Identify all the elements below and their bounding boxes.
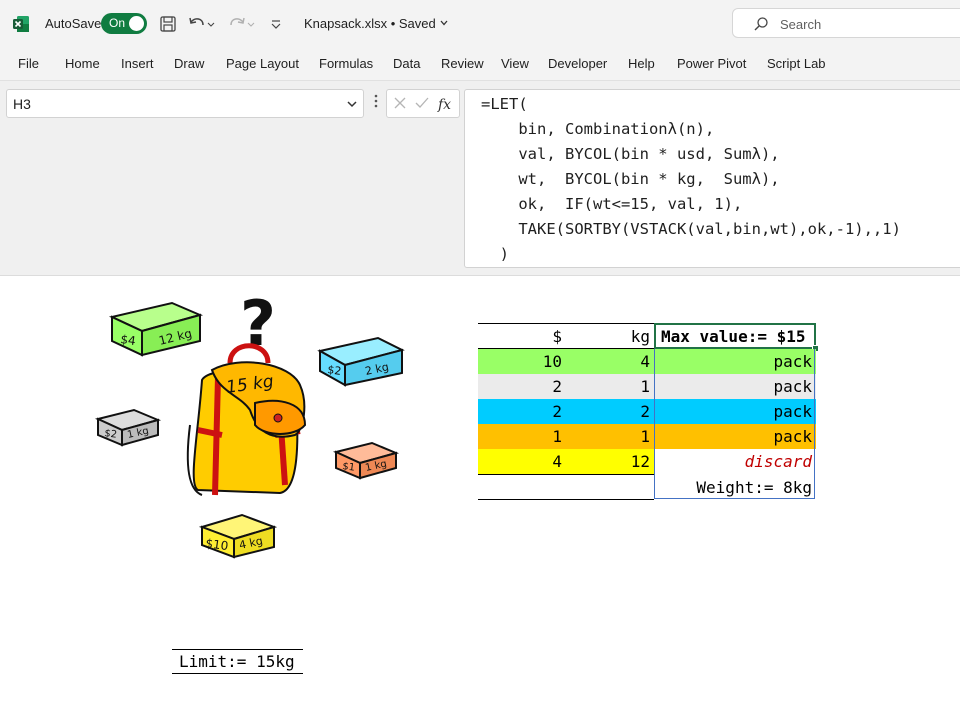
file-name-text: Knapsack.xlsx	[304, 16, 388, 31]
usd-cell[interactable]: 4	[478, 449, 566, 474]
chevron-down-icon[interactable]	[346, 98, 358, 110]
autosave-toggle[interactable]: On	[101, 13, 147, 34]
max-value-cell[interactable]: Max value:= $15	[654, 323, 816, 349]
tab-review[interactable]: Review	[441, 56, 484, 71]
svg-text:$4: $4	[120, 332, 137, 348]
tab-home[interactable]: Home	[65, 56, 100, 71]
tab-view[interactable]: View	[501, 56, 529, 71]
result-cell[interactable]: discard	[654, 449, 816, 474]
result-cell[interactable]: pack	[654, 374, 816, 399]
save-status-separator: •	[390, 16, 399, 31]
toggle-knob	[129, 16, 144, 31]
table-row: 4 12 discard	[478, 449, 816, 474]
kg-cell[interactable]: 1	[566, 374, 654, 399]
search-input[interactable]: Search	[732, 8, 960, 38]
weight-row-border	[478, 499, 654, 500]
limit-cell[interactable]: Limit:= 15kg	[172, 649, 303, 674]
ribbon-tabs: File Home Insert Draw Page Layout Formul…	[0, 48, 960, 81]
item-box-orange: $1 1 kg	[332, 441, 400, 480]
formula-line: ok, IF(wt<=15, val, 1),	[481, 195, 743, 213]
formula-buttons: fx	[386, 89, 460, 118]
customize-toolbar-icon[interactable]	[265, 13, 287, 35]
usd-cell[interactable]: 10	[478, 349, 566, 374]
tab-formulas[interactable]: Formulas	[319, 56, 373, 71]
table-row: 2 2 pack	[478, 399, 816, 424]
knapsack-illustration: ? $4 12 kg 15 kg $2 2 kg $2 1 kg $1 1 kg…	[94, 287, 405, 559]
svg-text:fx: fx	[437, 97, 451, 113]
tab-file[interactable]: File	[18, 56, 39, 71]
file-name[interactable]: Knapsack.xlsx • Saved	[304, 16, 449, 31]
undo-icon[interactable]	[186, 13, 216, 35]
autosave-label: AutoSave	[45, 16, 102, 31]
result-cell[interactable]: pack	[654, 424, 816, 449]
search-placeholder: Search	[780, 17, 822, 32]
kg-cell[interactable]: 1	[566, 424, 654, 449]
kg-cell[interactable]: 2	[566, 399, 654, 424]
name-box-value: H3	[13, 96, 31, 112]
formula-area: H3 fx =LET( bin, Combinationλ(n), val, B…	[0, 81, 960, 276]
result-cell[interactable]: pack	[654, 399, 816, 424]
item-box-green: $4 12 kg	[108, 301, 204, 357]
kg-cell[interactable]: 4	[566, 349, 654, 374]
tab-draw[interactable]: Draw	[174, 56, 204, 71]
tab-insert[interactable]: Insert	[121, 56, 154, 71]
header-usd[interactable]: $	[478, 324, 566, 349]
search-icon	[754, 17, 768, 31]
svg-text:$10: $10	[205, 536, 230, 553]
insert-function-icon[interactable]: fx	[437, 95, 455, 113]
svg-text:$1: $1	[342, 461, 356, 474]
name-box[interactable]: H3	[6, 89, 364, 118]
tab-data[interactable]: Data	[393, 56, 420, 71]
usd-cell[interactable]: 2	[478, 399, 566, 424]
tab-help[interactable]: Help	[628, 56, 655, 71]
formula-line: )	[481, 245, 509, 263]
usd-cell[interactable]: 2	[478, 374, 566, 399]
save-icon[interactable]	[157, 13, 179, 35]
cancel-icon[interactable]	[392, 95, 408, 111]
more-options-icon[interactable]	[373, 93, 379, 109]
item-box-blue: $2 2 kg	[317, 336, 405, 387]
save-status: Saved	[398, 16, 436, 31]
excel-logo-icon	[13, 16, 29, 32]
table-row: 10 4 pack	[478, 349, 816, 374]
table-bottom-border	[478, 474, 654, 475]
weight-result-cell[interactable]: Weight:= 8kg	[654, 475, 816, 500]
header-kg[interactable]: kg	[566, 324, 654, 349]
formula-bar[interactable]: =LET( bin, Combinationλ(n), val, BYCOL(b…	[464, 89, 960, 268]
title-bar: AutoSave On Knapsack.xlsx • Saved Search	[0, 0, 960, 48]
svg-text:$2: $2	[104, 428, 118, 441]
backpack-image: 15 kg	[186, 343, 307, 496]
formula-line: bin, Combinationλ(n),	[481, 120, 715, 138]
usd-cell[interactable]: 1	[478, 424, 566, 449]
item-box-grey: $2 1 kg	[94, 408, 162, 447]
limit-text: Limit:= 15kg	[179, 652, 295, 671]
formula-line: wt, BYCOL(bin * kg, Sumλ),	[481, 170, 780, 188]
enter-check-icon[interactable]	[414, 95, 430, 111]
tab-page-layout[interactable]: Page Layout	[226, 56, 299, 71]
formula-line: val, BYCOL(bin * usd, Sumλ),	[481, 145, 780, 163]
chevron-down-icon	[440, 20, 448, 26]
autosave-state: On	[109, 16, 126, 30]
table-row: 2 1 pack	[478, 374, 816, 399]
tab-developer[interactable]: Developer	[548, 56, 607, 71]
item-box-yellow: $10 4 kg	[198, 513, 278, 559]
tab-power-pivot[interactable]: Power Pivot	[677, 56, 746, 71]
redo-icon[interactable]	[226, 13, 256, 35]
tab-script-lab[interactable]: Script Lab	[767, 56, 826, 71]
kg-cell[interactable]: 12	[566, 449, 654, 474]
svg-text:$2: $2	[327, 363, 343, 378]
formula-line: TAKE(SORTBY(VSTACK(val,bin,wt),ok,-1),,1…	[481, 220, 901, 238]
formula-line: =LET(	[481, 95, 528, 113]
result-cell[interactable]: pack	[654, 349, 816, 374]
table-row: 1 1 pack	[478, 424, 816, 449]
